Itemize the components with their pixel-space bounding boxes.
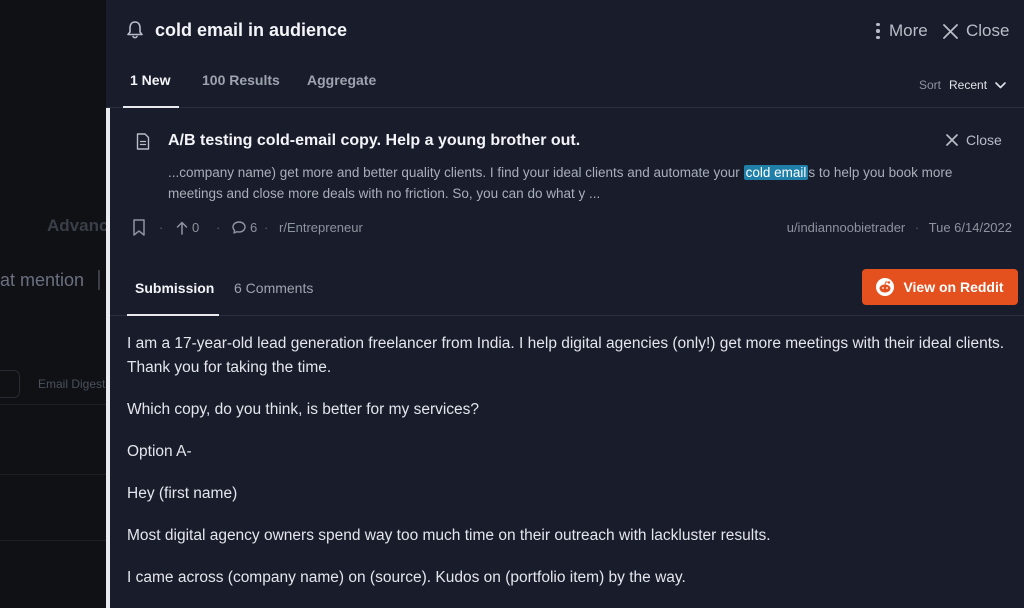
upvote-count: 0 [176,220,199,235]
submission-body: I am a 17-year-old lead generation freel… [127,332,1017,608]
background-divider [0,474,106,475]
body-paragraph: Most digital agency owners spend way too… [127,527,771,544]
chevron-down-icon [995,81,1006,88]
view-on-reddit-label: View on Reddit [903,279,1004,295]
comment-count: 6 [232,220,257,235]
view-on-reddit-button[interactable]: View on Reddit [862,269,1018,305]
subreddit-link[interactable]: r/Entrepreneur [279,220,363,235]
background-advanced-label: Advanc [47,216,106,235]
results-tabs: 1 New 100 Results Aggregate Sort Recent [106,62,1024,108]
close-panel-button[interactable]: Close [943,20,1009,42]
post-date: Tue 6/14/2022 [928,220,1012,235]
panel-title: cold email in audience [155,20,348,40]
close-result-label: Close [966,132,1002,148]
active-subtab-indicator [127,314,219,316]
close-result-button[interactable]: Close [946,132,1002,148]
separator-dot: · [159,220,164,235]
keyword-highlight: cold email [743,165,809,180]
tab-aggregate[interactable]: Aggregate [307,72,376,88]
background-divider [0,404,106,405]
alert-results-panel: cold email in audience More Close 1 New … [106,0,1024,608]
separator-dot: · [914,220,920,235]
body-paragraph: Hey (first name) [127,485,238,502]
body-paragraph: Option A- [127,443,192,460]
result-snippet: ...company name) get more and better qua… [168,162,1008,204]
close-icon [946,134,958,146]
sort-dropdown[interactable]: Sort Recent [919,78,1006,92]
separator-dot: · [216,220,221,235]
result-card: A/B testing cold-email copy. Help a youn… [106,108,1024,608]
background-divider [98,270,100,290]
body-paragraph: I am a 17-year-old lead generation freel… [127,335,1005,376]
bell-icon [127,21,143,39]
background-email-digest-label: Email Digest [38,377,106,391]
comment-icon [232,221,246,234]
background-page: Advanc at mention Email Digest [0,0,106,608]
background-mention-label: at mention [0,270,85,290]
body-paragraph: Which copy, do you think, is better for … [127,401,480,418]
reddit-icon [876,278,895,296]
result-meta-row: · 0 · 6 · r/Entrepreneur u/indiannoobiet… [132,218,1012,238]
document-icon [136,133,150,150]
tab-results[interactable]: 100 Results [202,72,280,88]
panel-header: cold email in audience More Close [106,0,1024,62]
bookmark-icon[interactable] [132,219,146,236]
close-label: Close [966,21,1010,40]
author-link[interactable]: u/indiannoobietrader [787,220,906,235]
more-button[interactable]: More [876,20,928,42]
background-chip [0,370,20,398]
sort-value: Recent [949,78,988,92]
tab-new[interactable]: 1 New [130,72,170,88]
arrow-up-icon [176,221,188,235]
tab-comments[interactable]: 6 Comments [234,280,313,296]
more-label: More [889,21,928,40]
kebab-icon [876,22,880,40]
result-title[interactable]: A/B testing cold-email copy. Help a youn… [168,132,580,150]
separator-dot: · [264,220,269,235]
comment-value: 6 [250,220,258,235]
tab-submission[interactable]: Submission [135,280,214,296]
snippet-text: ...company name) get more and better qua… [168,165,744,180]
author-date: u/indiannoobietrader · Tue 6/14/2022 [787,220,1012,235]
sort-label: Sort [919,78,942,92]
body-paragraph: I came across (company name) on (source)… [127,569,686,586]
background-divider [0,540,106,541]
close-icon [943,23,958,39]
submission-tabs: Submission 6 Comments View on Reddit [110,258,1024,316]
upvote-value: 0 [192,220,200,235]
